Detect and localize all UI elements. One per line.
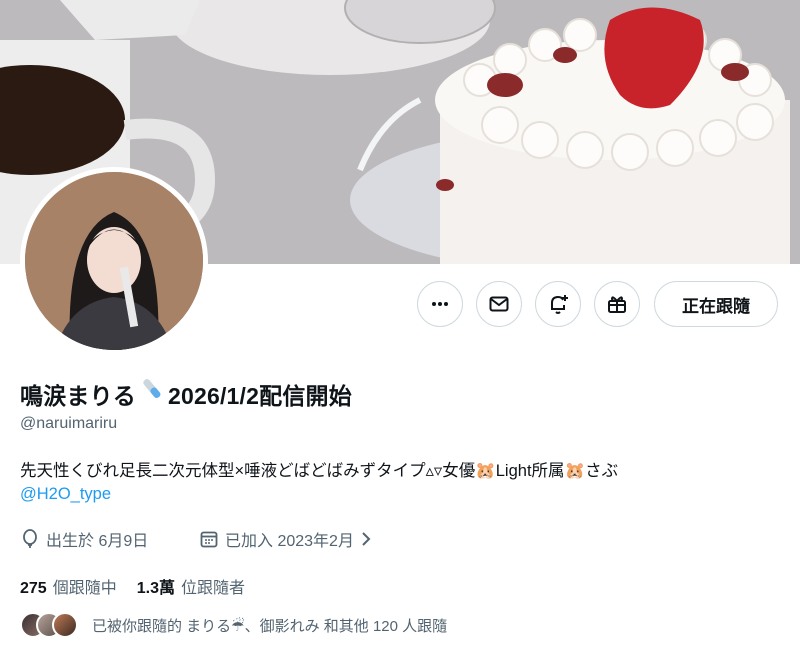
following-count: 275 xyxy=(20,580,47,597)
followers-count: 1.3萬 xyxy=(136,580,175,597)
more-icon xyxy=(432,302,448,306)
follow-counts: 275 個跟隨中 1.3萬 位跟隨者 xyxy=(20,574,245,598)
username-handle: @naruimariru xyxy=(20,415,118,432)
hamster-icon: 🐹 xyxy=(475,462,496,480)
test-tube-icon xyxy=(140,379,164,409)
bio-text-3: さぶ xyxy=(585,462,619,480)
bio-text-2: Light所属 xyxy=(495,462,565,480)
mail-icon xyxy=(489,296,509,312)
display-name: 鳴涙まりる xyxy=(20,383,136,409)
birthday: 出生於 6月9日 xyxy=(20,527,148,551)
bio: 先天性くびれ足長二次元体型×唾液どばどばみずタイプ▵▿女優🐹Light所属🐹さぶ xyxy=(20,457,618,481)
calendar-icon xyxy=(200,531,218,548)
bio-text-1: 先天性くびれ足長二次元体型×唾液どばどばみずタイプ▵▿女優 xyxy=(20,462,476,480)
more-button[interactable] xyxy=(417,281,463,327)
bio-mention-link[interactable]: @H2O_type xyxy=(20,485,111,504)
followed-by-prefix: 已被你跟隨的 まりる xyxy=(92,617,232,635)
balloon-icon xyxy=(23,529,37,548)
subscribe-button[interactable] xyxy=(594,281,640,327)
message-button[interactable] xyxy=(476,281,522,327)
notifications-button[interactable] xyxy=(535,281,581,327)
following-button[interactable]: 正在跟隨 xyxy=(654,281,778,327)
bell-plus-icon xyxy=(551,295,568,314)
birthday-text: 出生於 6月9日 xyxy=(46,533,149,550)
avatar[interactable] xyxy=(20,167,208,355)
joined-text: 已加入 2023年2月 xyxy=(225,533,354,550)
display-name-suffix: 2026/1/2配信開始 xyxy=(168,383,352,409)
umbrella-rain-icon: ☔ xyxy=(231,617,245,635)
followers-you-know-text: 已被你跟隨的 まりる☔、御影れみ 和其他 120 人跟隨 xyxy=(92,615,447,636)
hamster-icon: 🐹 xyxy=(564,462,586,480)
chevron-right-icon xyxy=(362,532,371,546)
following-label: 個跟隨中 xyxy=(52,580,117,597)
avatar xyxy=(52,612,78,638)
joined-date[interactable]: 已加入 2023年2月 xyxy=(199,527,372,551)
following-link[interactable]: 275 個跟隨中 xyxy=(20,574,117,598)
gift-icon xyxy=(608,296,626,313)
display-name-row: 鳴涙まりる 2026/1/2配信開始 xyxy=(20,377,352,411)
avatar-image xyxy=(25,172,203,350)
followed-by-suffix: 、御影れみ 和其他 120 人跟隨 xyxy=(244,617,448,635)
followers-link[interactable]: 1.3萬 位跟隨者 xyxy=(137,574,245,598)
followers-label: 位跟隨者 xyxy=(180,580,245,597)
followers-you-know[interactable]: 已被你跟隨的 まりる☔、御影れみ 和其他 120 人跟隨 xyxy=(20,612,447,638)
